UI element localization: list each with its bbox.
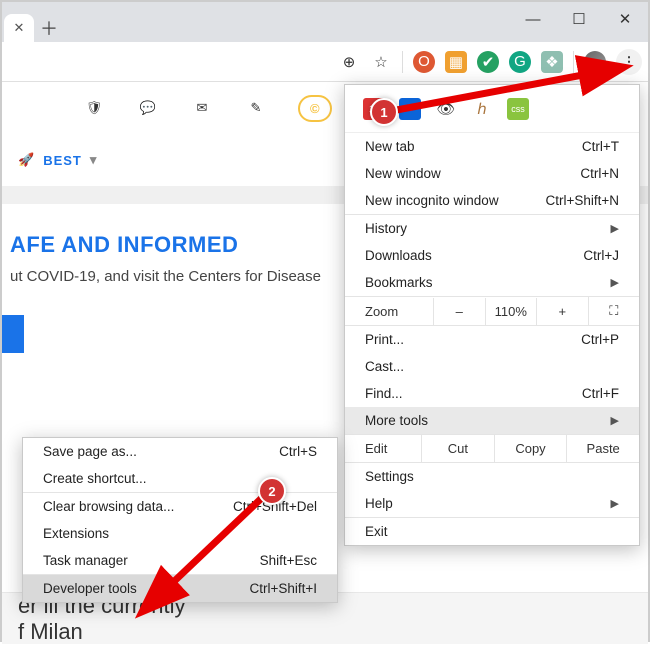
submenu-save-page[interactable]: Save page as...Ctrl+S: [23, 438, 337, 465]
submenu-developer-tools[interactable]: Developer toolsCtrl+Shift+I: [23, 575, 337, 602]
rocket-icon: 🚀: [18, 152, 35, 168]
cta-button-fragment[interactable]: [2, 315, 24, 353]
chevron-right-icon: ▶: [611, 497, 619, 510]
separator: [573, 51, 574, 73]
zoom-icon[interactable]: ⊕: [338, 51, 360, 73]
extension-blue-icon[interactable]: 0: [399, 98, 421, 120]
extension-shield-icon[interactable]: ✔: [477, 51, 499, 73]
site-pill-button[interactable]: ©: [298, 95, 332, 122]
extension-css-icon[interactable]: css: [507, 98, 529, 120]
mail-icon[interactable]: ✉: [190, 96, 214, 120]
zoom-in-button[interactable]: +: [536, 298, 588, 325]
annotation-1: 1: [370, 98, 398, 126]
menu-settings[interactable]: Settings: [345, 463, 639, 490]
separator: [402, 51, 403, 73]
window-maximize[interactable]: ☐: [556, 2, 602, 36]
window-minimize[interactable]: —: [510, 2, 556, 36]
menu-help[interactable]: Help▶: [345, 490, 639, 517]
edit-copy[interactable]: Copy: [494, 435, 567, 462]
window-close[interactable]: ✕: [602, 2, 648, 36]
browser-toolbar: ⊕ ☆ O ▦ ✔ G ❖ ⋮: [2, 42, 648, 82]
best-label: BEST: [43, 153, 82, 168]
browser-menu-button[interactable]: ⋮: [616, 49, 642, 75]
submenu-clear-data[interactable]: Clear browsing data...Ctrl+Shift+Del: [23, 493, 337, 520]
new-tab-button[interactable]: ＋: [34, 14, 64, 42]
menu-zoom-row: Zoom – 110% + ⛶: [345, 296, 639, 326]
menu-more-tools[interactable]: More tools▶: [345, 407, 639, 434]
annotation-2: 2: [258, 477, 286, 505]
chevron-right-icon: ▶: [611, 414, 619, 427]
menu-history[interactable]: History▶: [345, 215, 639, 242]
menu-new-tab[interactable]: New tabCtrl+T: [345, 133, 639, 160]
extension-grammarly-icon[interactable]: G: [509, 51, 531, 73]
pencil-icon[interactable]: ✎: [244, 96, 268, 120]
menu-edit-row: Edit Cut Copy Paste: [345, 434, 639, 463]
shield-icon[interactable]: 🛡: [82, 96, 106, 120]
submenu-create-shortcut[interactable]: Create shortcut...: [23, 465, 337, 492]
extension-duckduckgo-icon[interactable]: O: [413, 51, 435, 73]
chevron-right-icon: ▶: [611, 276, 619, 289]
fullscreen-button[interactable]: ⛶: [588, 297, 640, 325]
submenu-task-manager[interactable]: Task managerShift+Esc: [23, 547, 337, 574]
extension-h-icon[interactable]: ℎ: [471, 98, 493, 120]
chevron-down-icon: ▾: [90, 152, 98, 168]
browser-main-menu: 18 0 👁 ℎ css New tabCtrl+T New windowCtr…: [344, 84, 640, 546]
submenu-extensions[interactable]: Extensions: [23, 520, 337, 547]
menu-bookmarks[interactable]: Bookmarks▶: [345, 269, 639, 296]
menu-downloads[interactable]: DownloadsCtrl+J: [345, 242, 639, 269]
menu-new-window[interactable]: New windowCtrl+N: [345, 160, 639, 187]
profile-avatar[interactable]: [584, 51, 606, 73]
menu-find[interactable]: Find...Ctrl+F: [345, 380, 639, 407]
edit-label: Edit: [345, 441, 421, 456]
menu-exit[interactable]: Exit: [345, 518, 639, 545]
extension-note-icon[interactable]: ❖: [541, 51, 563, 73]
extension-box-icon[interactable]: ▦: [445, 51, 467, 73]
chevron-right-icon: ▶: [611, 222, 619, 235]
menu-print[interactable]: Print...Ctrl+P: [345, 326, 639, 353]
menu-new-incognito[interactable]: New incognito windowCtrl+Shift+N: [345, 187, 639, 214]
zoom-out-button[interactable]: –: [433, 298, 485, 325]
bookmark-star-icon[interactable]: ☆: [370, 51, 392, 73]
chat-icon[interactable]: 💬: [136, 96, 160, 120]
edit-cut[interactable]: Cut: [421, 435, 494, 462]
edit-paste[interactable]: Paste: [566, 435, 639, 462]
tab-close-button[interactable]: ✕: [4, 14, 34, 42]
menu-cast[interactable]: Cast...: [345, 353, 639, 380]
more-tools-submenu: Save page as...Ctrl+S Create shortcut...…: [22, 437, 338, 603]
zoom-label: Zoom: [345, 304, 433, 319]
zoom-value: 110%: [485, 298, 537, 325]
extension-eye-icon[interactable]: 👁: [435, 98, 457, 120]
